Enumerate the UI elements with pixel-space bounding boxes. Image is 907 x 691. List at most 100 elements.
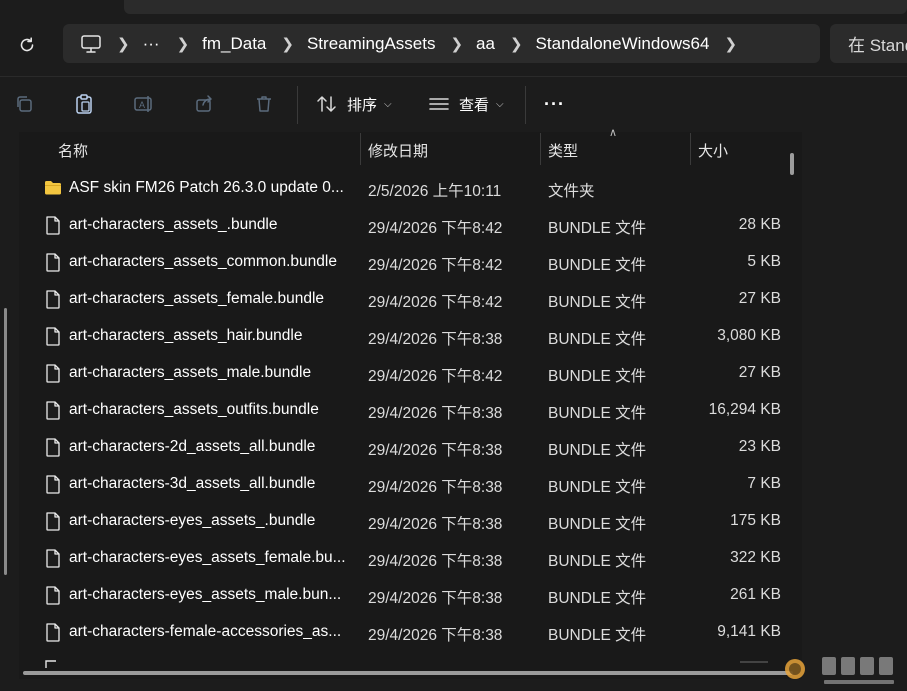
file-row[interactable]: art-characters-eyes_assets_female.bu... 2… — [19, 540, 802, 577]
folder-row[interactable]: ASF skin FM26 Patch 26.3.0 update 0... 2/… — [19, 170, 802, 207]
file-size: 16,294 KB — [708, 401, 781, 418]
file-type: BUNDLE 文件 — [548, 331, 647, 348]
site-watermark-logo — [740, 657, 894, 684]
file-row[interactable]: art-characters_assets_outfits.bundle 29/4… — [19, 392, 802, 429]
file-date-modified: 29/4/2026 下午8:38 — [368, 331, 503, 348]
breadcrumb-item[interactable]: fm_Data — [202, 34, 266, 54]
file-icon — [45, 660, 56, 668]
file-name: art-characters-female-accessories_as... — [69, 623, 342, 640]
chevron-right-icon[interactable]: ❯ — [177, 35, 190, 53]
rename-icon: A — [134, 96, 152, 112]
file-type: BUNDLE 文件 — [548, 220, 647, 237]
file-icon — [46, 327, 60, 346]
chevron-right-icon[interactable]: ❯ — [281, 35, 294, 53]
column-divider[interactable] — [360, 133, 361, 165]
column-divider[interactable] — [690, 133, 691, 165]
file-name: art-characters_assets_.bundle — [69, 216, 278, 233]
paste-button[interactable] — [72, 92, 96, 116]
file-size: 9,141 KB — [717, 623, 781, 640]
paste-icon — [76, 94, 92, 114]
file-row[interactable]: art-characters_assets_female.bundle 29/4/… — [19, 281, 802, 318]
refresh-icon — [20, 37, 34, 52]
file-row[interactable]: art-characters_assets_male.bundle 29/4/20… — [19, 355, 802, 392]
column-divider[interactable] — [540, 133, 541, 165]
breadcrumb-overflow[interactable]: ··· — [143, 34, 160, 54]
chevron-right-icon[interactable]: ❯ — [450, 35, 463, 53]
file-name: ASF skin FM26 Patch 26.3.0 update 0... — [69, 179, 344, 196]
file-date-modified: 29/4/2026 下午8:42 — [368, 257, 503, 274]
copy-button[interactable] — [12, 92, 36, 116]
file-icon — [46, 438, 60, 457]
file-row[interactable]: art-characters_assets_hair.bundle 29/4/20… — [19, 318, 802, 355]
file-date-modified: 29/4/2026 下午8:42 — [368, 294, 503, 311]
column-header-type[interactable]: 类型 — [548, 140, 578, 161]
file-icon — [46, 586, 60, 605]
file-type: BUNDLE 文件 — [548, 294, 647, 311]
file-type: BUNDLE 文件 — [548, 368, 647, 385]
file-size: 261 KB — [730, 586, 781, 603]
horizontal-scrollbar[interactable] — [23, 671, 793, 675]
view-button[interactable]: 查看 ⌵ — [428, 92, 504, 116]
file-row[interactable]: art-characters-3d_assets_all.bundle 29/4/… — [19, 466, 802, 503]
search-input[interactable]: 在 Standa — [830, 24, 907, 63]
share-button[interactable] — [192, 92, 216, 116]
toolbar-divider — [297, 86, 298, 124]
file-size: 7 KB — [747, 475, 781, 492]
file-row[interactable]: art-characters-2d_assets_all.bundle 29/4/… — [19, 429, 802, 466]
file-icon — [46, 401, 60, 420]
file-name: art-characters_assets_common.bundle — [69, 253, 337, 270]
file-icon — [46, 623, 60, 642]
sort-icon — [317, 96, 336, 112]
file-row[interactable]: art-characters_assets_common.bundle 29/4/… — [19, 244, 802, 281]
file-row[interactable]: art-characters-eyes_assets_male.bun... 29… — [19, 577, 802, 614]
file-date-modified: 2/5/2026 上午10:11 — [368, 183, 502, 200]
file-type: BUNDLE 文件 — [548, 627, 647, 644]
address-bar[interactable]: ❯ ··· ❯ fm_Data ❯ StreamingAssets ❯ aa ❯… — [63, 24, 820, 63]
rename-button[interactable]: A — [132, 92, 156, 116]
folder-icon — [45, 181, 61, 195]
sort-ascending-icon: ∧ — [609, 127, 618, 139]
file-size: 27 KB — [738, 364, 781, 381]
nav-pane-scrollbar[interactable] — [4, 308, 7, 575]
breadcrumb-item[interactable]: StandaloneWindows64 — [536, 34, 710, 54]
chevron-right-icon[interactable]: ❯ — [510, 35, 523, 53]
file-icon — [46, 475, 60, 494]
file-icon — [46, 364, 60, 383]
breadcrumb-item[interactable]: aa — [476, 34, 495, 54]
file-date-modified: 29/4/2026 下午8:42 — [368, 368, 503, 385]
file-size: 27 KB — [738, 290, 781, 307]
delete-button[interactable] — [252, 92, 276, 116]
file-date-modified: 29/4/2026 下午8:38 — [368, 516, 503, 533]
refresh-button[interactable] — [14, 34, 40, 56]
chevron-right-icon[interactable]: ❯ — [724, 35, 737, 53]
file-icon — [46, 253, 60, 272]
column-header-size[interactable]: 大小 — [698, 140, 728, 161]
more-icon: ··· — [544, 93, 565, 114]
chevron-right-icon[interactable]: ❯ — [117, 35, 130, 53]
breadcrumb-item[interactable]: StreamingAssets — [307, 34, 436, 54]
file-size: 322 KB — [730, 549, 781, 566]
file-name: art-characters_assets_outfits.bundle — [69, 401, 319, 418]
file-date-modified: 29/4/2026 下午8:38 — [368, 479, 503, 496]
search-placeholder: 在 Standa — [848, 36, 907, 55]
file-name: art-characters-2d_assets_all.bundle — [69, 438, 316, 455]
file-name: art-characters-3d_assets_all.bundle — [69, 475, 316, 492]
file-name: art-characters_assets_hair.bundle — [69, 327, 303, 344]
more-options-button[interactable]: ··· — [544, 92, 565, 116]
file-type: 文件夹 — [548, 183, 595, 200]
chevron-down-icon: ⌵ — [496, 98, 504, 110]
file-row[interactable]: art-characters-eyes_assets_.bundle 29/4/2… — [19, 503, 802, 540]
file-row[interactable]: art-characters_assets_.bundle 29/4/2026 下… — [19, 207, 802, 244]
this-pc-icon[interactable] — [80, 34, 102, 54]
file-type: BUNDLE 文件 — [548, 590, 647, 607]
file-type: BUNDLE 文件 — [548, 405, 647, 422]
file-row[interactable]: art-characters-female-accessories_as... 2… — [19, 614, 802, 651]
column-header-date[interactable]: 修改日期 — [368, 140, 428, 161]
file-date-modified: 29/4/2026 下午8:38 — [368, 590, 503, 607]
file-name: art-characters_assets_male.bundle — [69, 364, 312, 381]
file-name: art-characters-eyes_assets_male.bun... — [69, 586, 342, 603]
sort-button[interactable]: 排序 ⌵ — [316, 92, 392, 116]
file-date-modified: 29/4/2026 下午8:38 — [368, 405, 503, 422]
column-header-name[interactable]: 名称 — [58, 140, 88, 161]
file-icon — [46, 290, 60, 309]
